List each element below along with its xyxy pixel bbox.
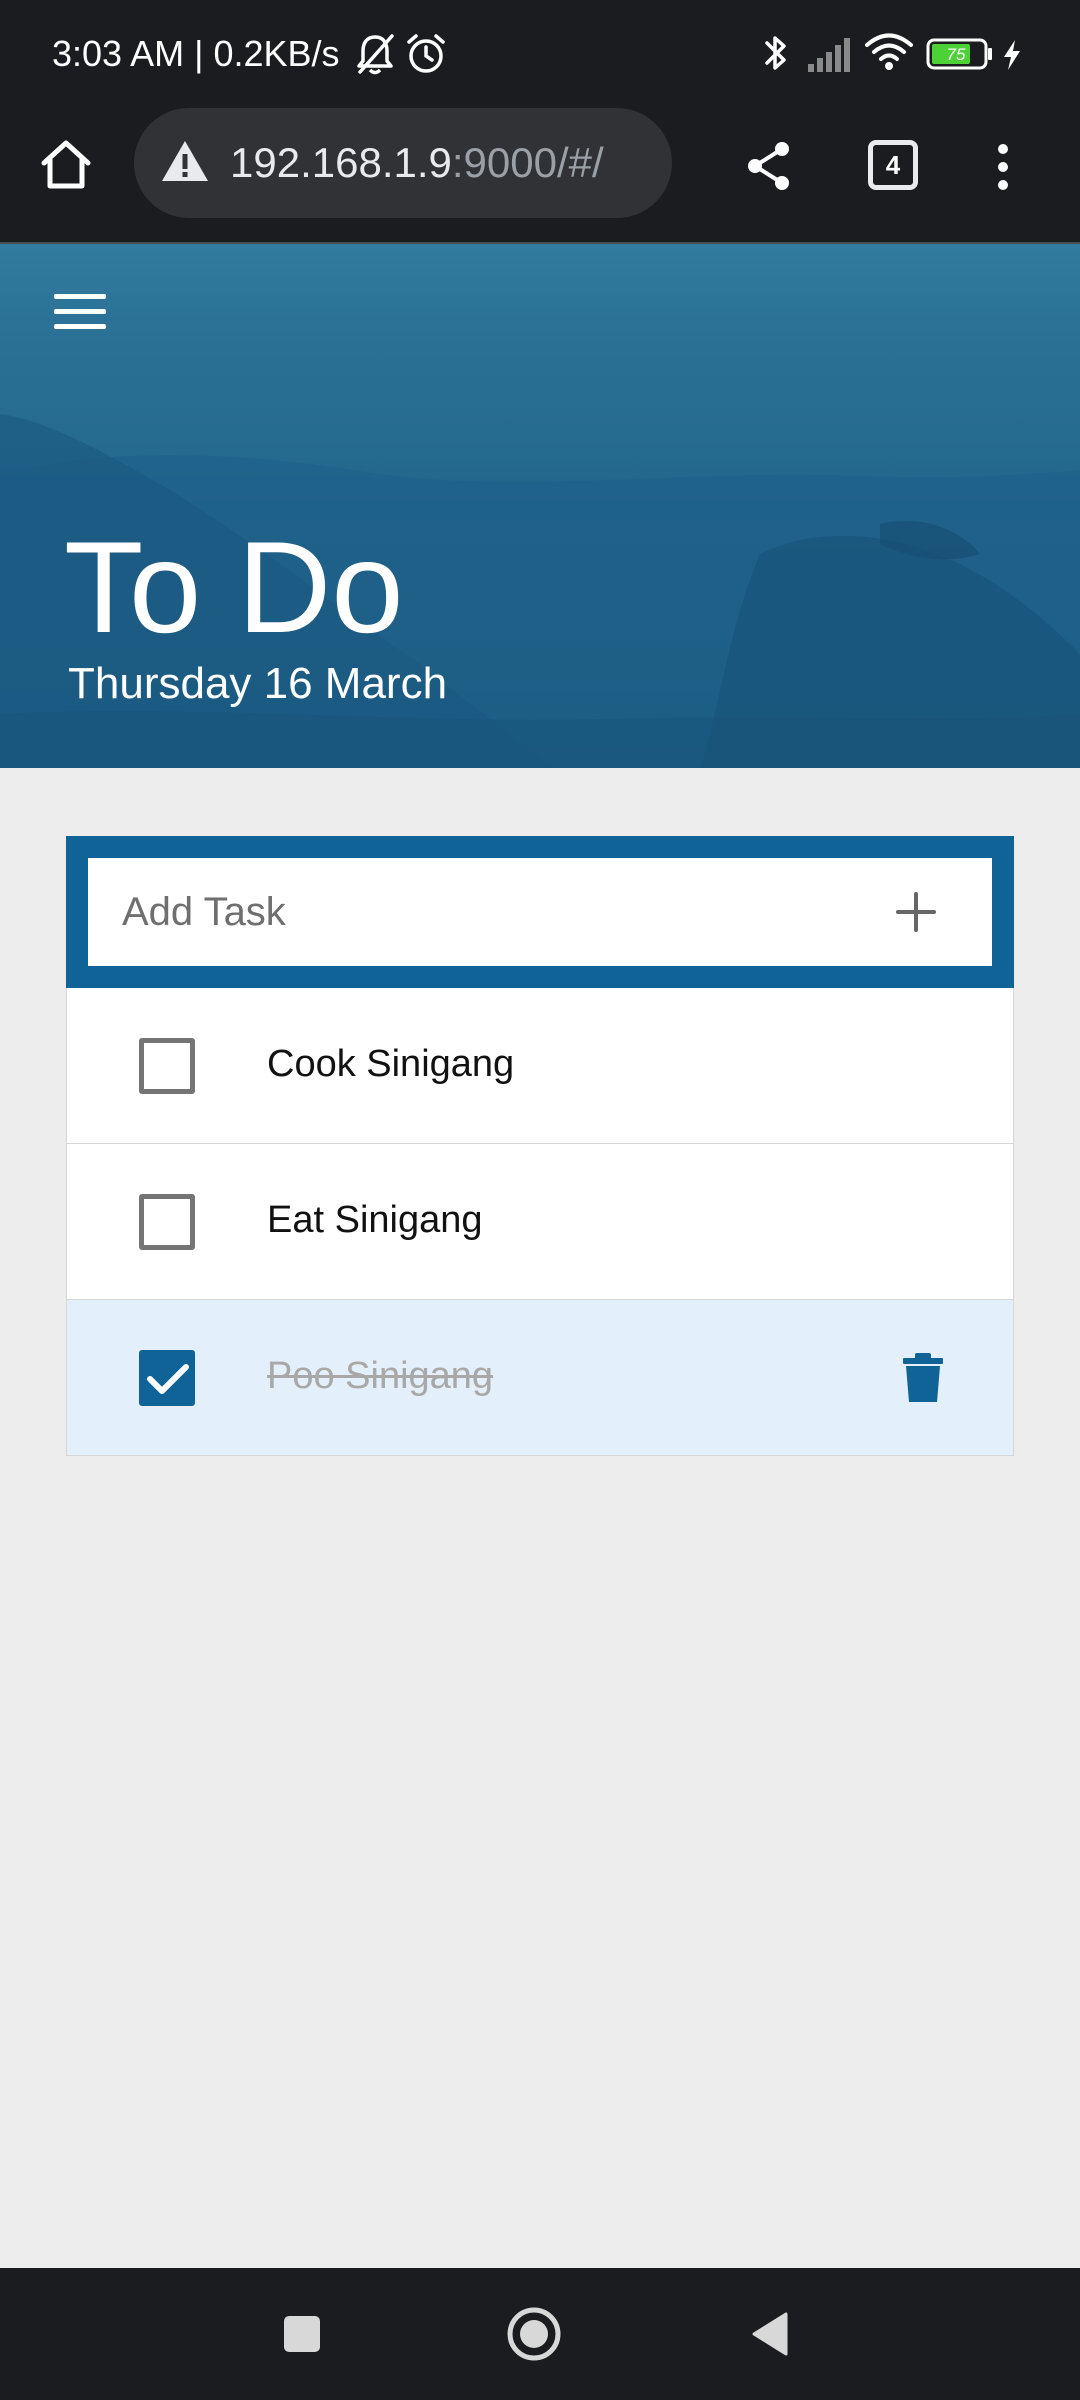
address-bar[interactable]: 192.168.1.9:9000/#/ xyxy=(134,108,672,218)
task-label: Eat Sinigang xyxy=(267,1199,483,1241)
warning-icon[interactable] xyxy=(160,138,210,184)
url-text: 192.168.1.9:9000/#/ xyxy=(230,134,604,192)
add-task-field-wrapper xyxy=(88,858,992,966)
signal-icon xyxy=(808,38,850,72)
tabs-button[interactable]: 4 xyxy=(868,140,918,190)
page-title: To Do xyxy=(64,514,404,660)
status-bar: 3:03 AM | 0.2KB/s 75 xyxy=(0,0,1080,108)
status-time: 3:03 AM | 0.2KB/s xyxy=(52,33,340,74)
add-task-input[interactable] xyxy=(88,858,868,966)
bluetooth-icon xyxy=(765,36,786,70)
hamburger-menu-icon[interactable] xyxy=(54,294,106,334)
task-list: Cook Sinigang Eat Sinigang Poo Sinigang xyxy=(66,988,1014,1456)
wifi-icon xyxy=(865,33,913,70)
url-path: :9000/#/ xyxy=(451,139,604,186)
home-circle-icon[interactable] xyxy=(506,2306,562,2362)
task-checkbox-checked[interactable] xyxy=(139,1350,195,1406)
app-header: To Do Thursday 16 March xyxy=(0,242,1080,768)
charging-icon xyxy=(1004,40,1020,70)
task-label: Cook Sinigang xyxy=(267,1043,515,1085)
task-row: Cook Sinigang xyxy=(66,988,1014,1144)
check-icon xyxy=(147,1364,189,1394)
browser-toolbar: 192.168.1.9:9000/#/ 4 xyxy=(0,108,1080,242)
task-label: Poo Sinigang xyxy=(267,1355,494,1397)
alarm-icon xyxy=(407,34,445,73)
battery-level: 75 xyxy=(947,45,966,64)
bell-off-icon xyxy=(357,34,394,75)
task-row: Eat Sinigang xyxy=(66,1144,1014,1300)
task-checkbox[interactable] xyxy=(139,1038,195,1094)
task-row-completed: Poo Sinigang xyxy=(66,1300,1014,1456)
system-navigation-bar xyxy=(0,2268,1080,2400)
page-date: Thursday 16 March xyxy=(68,659,448,708)
recents-icon[interactable] xyxy=(282,2314,322,2354)
add-task-plus-icon[interactable] xyxy=(890,886,942,938)
add-task-form xyxy=(66,836,1014,988)
back-icon[interactable] xyxy=(748,2310,790,2358)
home-icon[interactable] xyxy=(38,136,94,192)
more-icon[interactable] xyxy=(994,142,1012,192)
task-checkbox[interactable] xyxy=(139,1194,195,1250)
trash-icon[interactable] xyxy=(901,1352,945,1404)
share-icon[interactable] xyxy=(744,140,794,192)
battery-icon: 75 xyxy=(926,38,992,70)
url-host: 192.168.1.9 xyxy=(230,139,452,186)
